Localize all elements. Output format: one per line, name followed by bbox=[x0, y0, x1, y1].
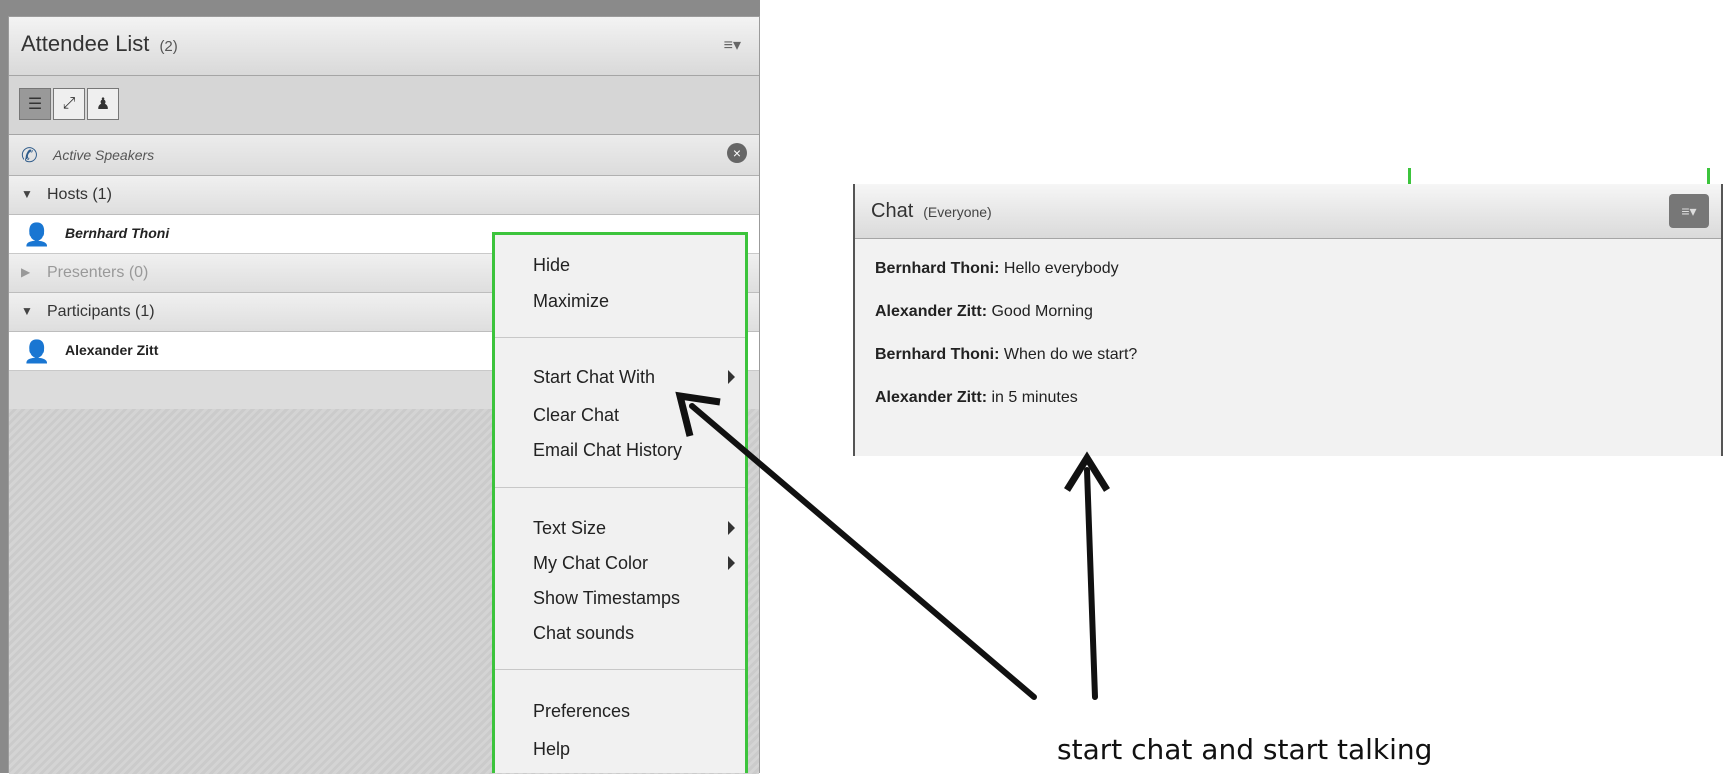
menu-item-email-chat-history[interactable]: Email Chat History bbox=[533, 440, 682, 461]
attendee-name: Bernhard Thoni bbox=[65, 225, 170, 241]
grid-view-icon[interactable]: ⤢ bbox=[53, 88, 85, 120]
group-participants-label: Participants (1) bbox=[47, 303, 155, 320]
phone-icon: ✆ bbox=[21, 145, 38, 167]
collapse-triangle-icon[interactable]: ▶ bbox=[21, 265, 30, 279]
active-speakers-bar: ✆ Active Speakers × bbox=[9, 135, 759, 176]
menu-item-preferences[interactable]: Preferences bbox=[533, 701, 630, 722]
chat-sender: Bernhard Thoni: bbox=[875, 260, 1000, 277]
chat-options-icon[interactable]: ≡▾ bbox=[1669, 194, 1709, 228]
menu-item-show-timestamps[interactable]: Show Timestamps bbox=[533, 588, 680, 609]
group-hosts-label: Hosts (1) bbox=[47, 186, 112, 203]
group-hosts[interactable]: ▼ Hosts (1) bbox=[9, 176, 759, 215]
view-toolbar: ☰ ⤢ ♟ bbox=[9, 76, 759, 135]
annotation-caption: start chat and start talking bbox=[1057, 733, 1433, 766]
pod-options-menu: Hide Maximize Start Chat With Clear Chat… bbox=[492, 232, 748, 773]
menu-item-start-chat-with[interactable]: Start Chat With bbox=[533, 367, 655, 388]
chat-message: Alexander Zitt: in 5 minutes bbox=[875, 389, 1078, 407]
menu-item-chat-sounds[interactable]: Chat sounds bbox=[533, 623, 634, 644]
submenu-arrow-icon bbox=[728, 556, 735, 570]
chat-sender: Bernhard Thoni: bbox=[875, 346, 1000, 363]
arrow-to-chat bbox=[1084, 467, 1098, 700]
attendee-list-title-text: Attendee List bbox=[21, 31, 150, 56]
menu-item-text-size[interactable]: Text Size bbox=[533, 518, 606, 539]
menu-item-hide[interactable]: Hide bbox=[533, 255, 570, 276]
menu-item-help[interactable]: Help bbox=[533, 739, 570, 760]
attendee-detail-icon[interactable]: ♟ bbox=[87, 88, 119, 120]
attendee-name: Alexander Zitt bbox=[65, 342, 159, 358]
active-speakers-label: Active Speakers bbox=[53, 147, 155, 163]
chat-text: in 5 minutes bbox=[991, 389, 1078, 406]
menu-separator bbox=[495, 337, 745, 338]
group-presenters-label: Presenters (0) bbox=[47, 264, 149, 281]
menu-item-maximize[interactable]: Maximize bbox=[533, 291, 609, 312]
pod-options-icon[interactable]: ≡▾ bbox=[724, 35, 741, 55]
chat-pod: Chat (Everyone) ≡▾ Bernhard Thoni: Hello … bbox=[853, 184, 1723, 456]
chat-title-text: Chat bbox=[871, 200, 914, 222]
menu-item-clear-chat[interactable]: Clear Chat bbox=[533, 405, 619, 426]
chat-text: Hello everybody bbox=[1003, 260, 1119, 277]
chat-title: Chat (Everyone) bbox=[871, 200, 992, 223]
submenu-arrow-icon bbox=[728, 370, 735, 384]
expand-triangle-icon[interactable]: ▼ bbox=[21, 304, 33, 318]
attendee-list-title: Attendee List (2) bbox=[21, 31, 178, 57]
chat-sender: Alexander Zitt: bbox=[875, 303, 988, 320]
chat-header: Chat (Everyone) ≡▾ bbox=[855, 184, 1723, 239]
host-avatar-icon: 👤 bbox=[23, 222, 51, 247]
menu-separator bbox=[495, 669, 745, 670]
participant-avatar-icon: 👤 bbox=[23, 339, 51, 364]
submenu-arrow-icon bbox=[728, 521, 735, 535]
chat-text: When do we start? bbox=[1003, 346, 1138, 363]
menu-separator bbox=[495, 487, 745, 488]
menu-item-my-chat-color[interactable]: My Chat Color bbox=[533, 553, 648, 574]
chat-message: Bernhard Thoni: When do we start? bbox=[875, 346, 1137, 364]
chat-scope: (Everyone) bbox=[923, 204, 992, 220]
chat-sender: Alexander Zitt: bbox=[875, 389, 988, 406]
attendee-list-header: Attendee List (2) ≡▾ bbox=[9, 17, 759, 76]
list-view-icon[interactable]: ☰ bbox=[19, 88, 51, 120]
chat-message: Bernhard Thoni: Hello everybody bbox=[875, 260, 1119, 278]
close-icon[interactable]: × bbox=[727, 143, 747, 163]
chat-message: Alexander Zitt: Good Morning bbox=[875, 303, 1093, 321]
expand-triangle-icon[interactable]: ▼ bbox=[21, 187, 33, 201]
attendee-count: (2) bbox=[159, 38, 178, 55]
arrow-head-chat bbox=[1064, 451, 1110, 492]
chat-text: Good Morning bbox=[991, 303, 1093, 320]
